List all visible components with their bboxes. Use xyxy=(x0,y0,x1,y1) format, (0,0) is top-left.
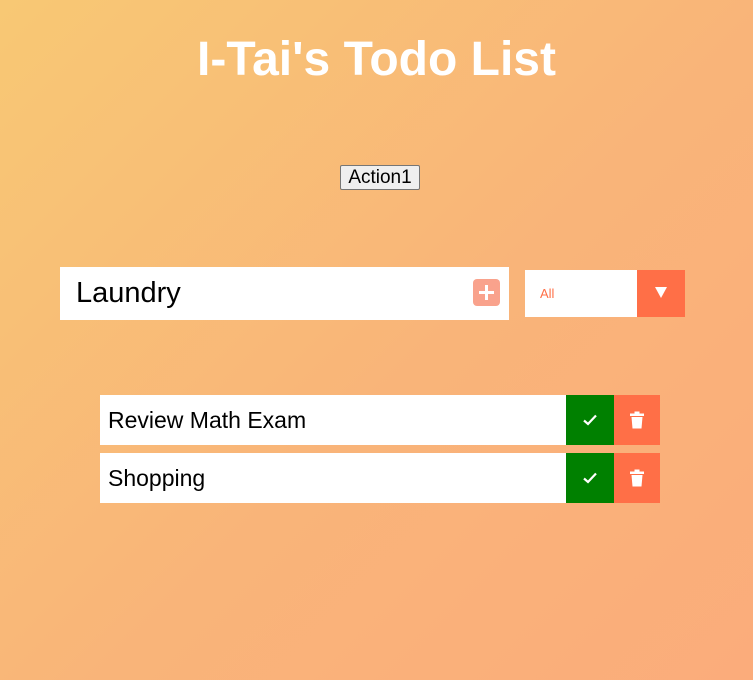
todo-item: Shopping xyxy=(100,453,660,503)
todo-item-text: Shopping xyxy=(108,465,206,491)
plus-icon xyxy=(479,285,494,300)
filter-selected-value: All xyxy=(540,286,555,301)
todo-item: Review Math Exam xyxy=(100,395,660,445)
check-icon xyxy=(583,414,597,426)
filter-dropdown-button[interactable] xyxy=(637,270,685,317)
delete-button[interactable] xyxy=(614,395,660,445)
complete-button[interactable] xyxy=(566,395,614,445)
todo-input[interactable] xyxy=(60,267,460,320)
todo-form xyxy=(60,267,509,320)
trash-icon xyxy=(630,411,644,429)
filter-select[interactable]: All xyxy=(525,270,685,317)
todo-item-text: Review Math Exam xyxy=(108,407,307,433)
page-title: I-Tai's Todo List xyxy=(197,33,556,86)
action1-button[interactable]: Action1 xyxy=(340,165,420,190)
delete-button[interactable] xyxy=(614,453,660,503)
complete-button[interactable] xyxy=(566,453,614,503)
check-icon xyxy=(583,472,597,484)
caret-down-icon xyxy=(655,287,667,298)
add-todo-button[interactable] xyxy=(473,279,500,306)
trash-icon xyxy=(630,469,644,487)
